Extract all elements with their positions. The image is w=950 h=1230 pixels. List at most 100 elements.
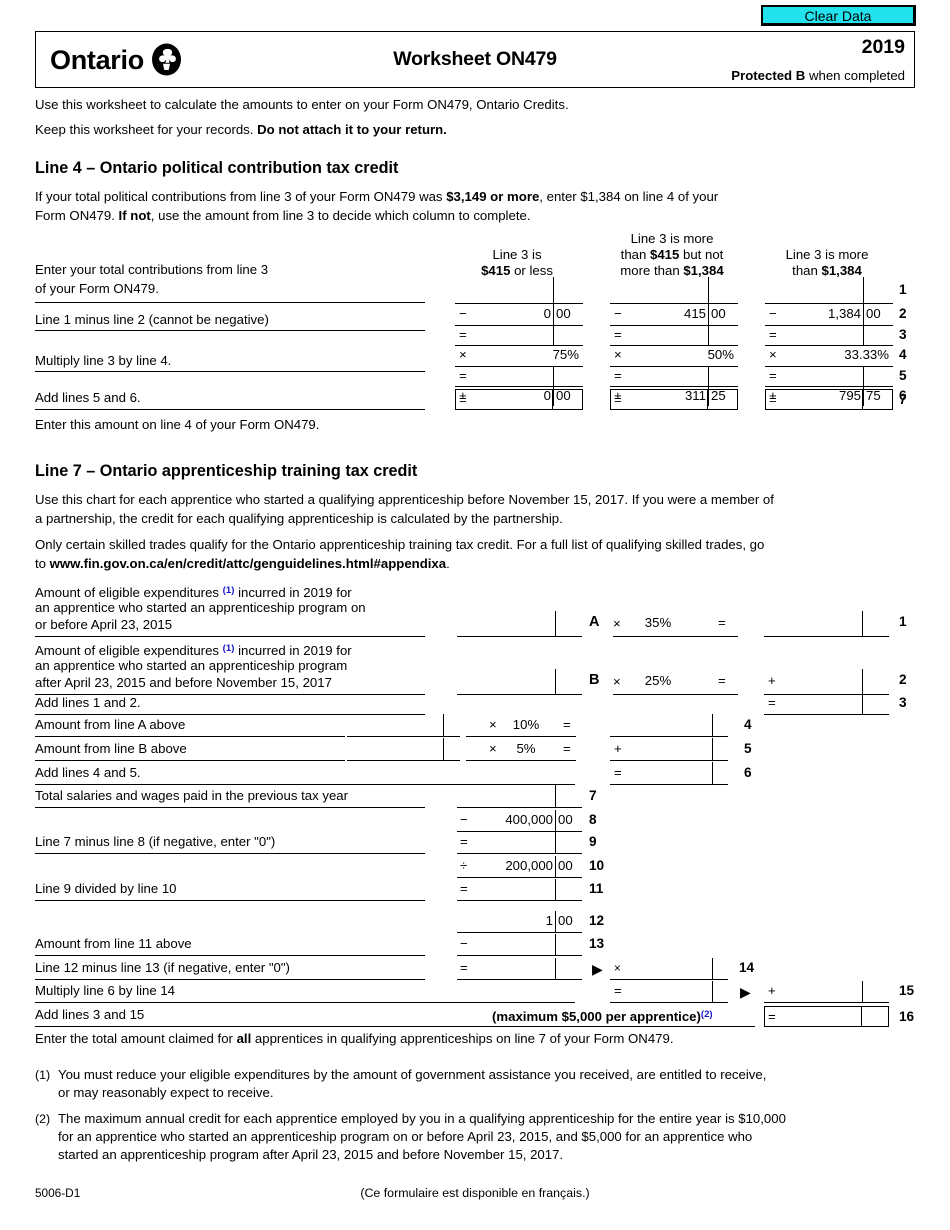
row8-cents: 00	[558, 812, 573, 827]
guidelines-url[interactable]: www.fin.gov.on.ca/en/credit/attc/genguid…	[50, 556, 446, 571]
rowB-input-rule	[457, 694, 582, 695]
footnote-1-line-1: You must reduce your eligible expenditur…	[58, 1067, 767, 1082]
cents-divider-row3	[862, 693, 863, 714]
line4-intro-b: $3,149 or more	[446, 189, 540, 204]
row4-equals-sign: =	[563, 717, 571, 732]
row11-equals-sign: =	[460, 881, 468, 896]
operator-c3-r5: =	[769, 368, 777, 383]
col-header-3-line-1: Line 3 is more	[785, 247, 869, 262]
operator-c1-r5: =	[459, 368, 467, 383]
total-box-row-16[interactable]	[764, 1006, 889, 1027]
col-header-2-suffix: but not	[679, 247, 724, 262]
total-box-column-2[interactable]	[610, 389, 738, 410]
row11-label: Line 9 divided by line 10	[35, 881, 177, 896]
rowB-label-a: Amount of eligible expenditures	[35, 643, 223, 658]
line-number-a-8: 8	[589, 812, 597, 827]
value-rate-c2: 50%	[707, 347, 734, 362]
rowB-rate: 25%	[644, 673, 672, 688]
line-number-a-15: 15	[899, 983, 915, 998]
line4-closing: Enter this amount on line 4 of your Form…	[35, 417, 320, 432]
line-number-a-12: 12	[589, 913, 605, 928]
line7-para2-suffix: .	[446, 556, 450, 571]
cents-divider-rowB-result	[862, 669, 863, 694]
cents-divider-c3-r5	[863, 367, 864, 386]
row11-label-rule	[35, 900, 425, 901]
row4-label-rule	[35, 736, 345, 737]
line4-label-rule-1	[35, 302, 425, 303]
rowA-label-line1: Amount of eligible expenditures (1) incu…	[35, 583, 352, 601]
row12-dollars: 1	[545, 913, 553, 928]
field-rule-c1-r2	[455, 325, 583, 326]
line-number-a-2: 2	[899, 672, 907, 687]
cents-divider-row10	[555, 856, 556, 877]
row10-rule	[457, 877, 582, 878]
row8-dollars: 400,000	[505, 812, 553, 827]
worksheet-page: Clear Data Ontario Worksheet ON479 2019 …	[0, 0, 950, 1230]
rowB-label-line2: an apprentice who started an apprentices…	[35, 658, 348, 673]
line7-closing-c: apprentices in qualifying apprenticeship…	[251, 1031, 674, 1046]
carry-arrow-row15: ▶	[740, 984, 751, 1000]
operator-c1-r7: =	[459, 392, 467, 407]
col-header-2-prefix2: more than	[620, 263, 684, 278]
row12-rule	[457, 932, 582, 933]
cents-divider-row15-right	[862, 981, 863, 1002]
line4-label-row7: Add lines 5 and 6.	[35, 390, 141, 405]
col-header-3-amount: $1,384	[821, 263, 862, 278]
total-box-column-1[interactable]	[455, 389, 583, 410]
line-number-a-7: 7	[589, 788, 597, 803]
rowA-multiply-sign: ×	[613, 616, 621, 631]
total-box-column-3[interactable]	[765, 389, 893, 410]
footnote-2-line-3: started an apprenticeship program after …	[58, 1147, 564, 1162]
rowA-label-line3: or before April 23, 2015	[35, 617, 173, 632]
row16-label-rule	[35, 1026, 755, 1027]
cents-divider-row14-right	[712, 958, 713, 979]
line4-intro-d: Form ON479.	[35, 208, 119, 223]
row5-label: Amount from line B above	[35, 741, 187, 756]
rowA-input-rule	[457, 636, 582, 637]
line4-intro-a: If your total political contributions fr…	[35, 189, 447, 204]
footnote-1-line-2: or may reasonably expect to receive.	[58, 1085, 274, 1100]
field-rule-c1-r5	[455, 386, 583, 387]
clear-data-button[interactable]: Clear Data	[761, 5, 916, 26]
row15-left-rule	[610, 1002, 728, 1003]
line-number-a-10: 10	[589, 858, 605, 873]
line7-closing-bold: all	[236, 1031, 252, 1046]
cents-divider-c1-r3	[553, 326, 554, 345]
row9-rule	[457, 853, 582, 854]
row4-label: Amount from line A above	[35, 717, 186, 732]
line4-intro-row-2: Form ON479. If not, use the amount from …	[35, 208, 531, 224]
rowA-equals-sign: =	[718, 615, 726, 630]
row5-input-rule	[347, 760, 460, 761]
value-dollars-c2-r2: 415	[683, 306, 706, 321]
row5-rate: 5%	[516, 741, 536, 756]
row5-label-rule	[35, 760, 345, 761]
cents-divider-row5-input	[443, 738, 444, 760]
tax-year: 2019	[861, 36, 905, 58]
value-rate-c3: 33.33%	[844, 347, 889, 362]
line4-label-rule-3	[35, 371, 425, 372]
footnote-2-marker: (2)	[35, 1112, 51, 1126]
line4-intro-row-1: If your total political contributions fr…	[35, 189, 718, 205]
rowB-rate-rule	[613, 694, 738, 695]
line-number-4: 4	[899, 347, 907, 362]
field-rule-c1-r3	[455, 345, 583, 346]
row10-dollars: 200,000	[505, 858, 553, 873]
field-rule-c2-r1	[610, 303, 738, 304]
rowB-equals-sign: =	[718, 673, 726, 688]
row11-rule	[457, 900, 582, 901]
row13-rule	[457, 955, 582, 956]
cents-divider-c1-r2	[553, 304, 554, 325]
row15-label-rule	[35, 1002, 575, 1003]
row12-cents: 00	[558, 913, 573, 928]
line4-label-row3: Line 1 minus line 2 (cannot be negative)	[35, 312, 269, 327]
footnote-2-line-2: for an apprentice who started an apprent…	[58, 1129, 753, 1144]
row5-plus-sign: +	[614, 741, 622, 756]
cents-divider-row15-left	[712, 981, 713, 1002]
field-rule-c3-r3	[765, 345, 893, 346]
value-cents-c1-r2: 00	[556, 306, 571, 321]
line-number-a-6: 6	[744, 765, 752, 780]
row14-multiply-sign: ×	[614, 963, 621, 975]
row3-result-rule	[764, 714, 889, 715]
row16-label: Add lines 3 and 15	[35, 1007, 145, 1022]
protected-b-label: Protected B when completed	[731, 68, 905, 83]
